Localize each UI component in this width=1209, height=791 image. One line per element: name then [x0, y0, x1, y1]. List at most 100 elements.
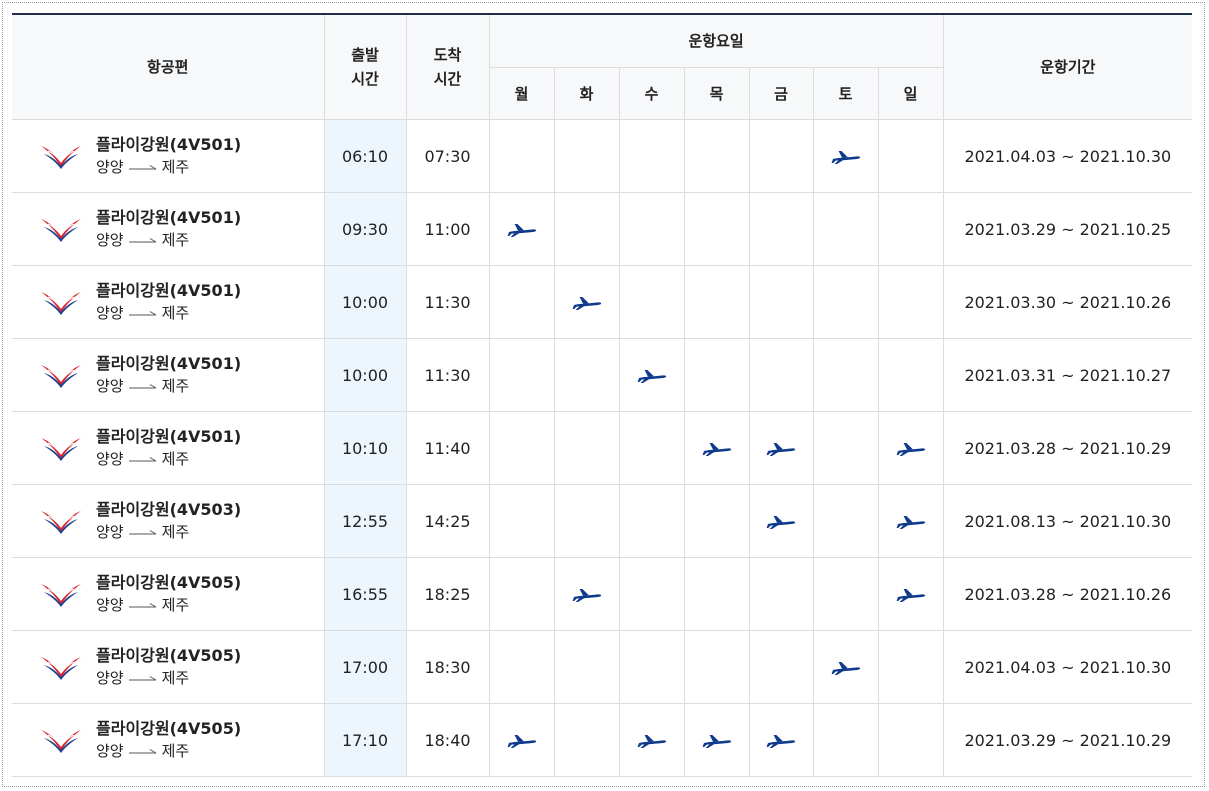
day-cell-3: [683, 630, 750, 704]
operating-period: 2021.03.29 ~ 2021.10.29: [942, 703, 1193, 777]
route-to: 제주: [161, 158, 190, 176]
flight-route: 양양 제주: [96, 740, 241, 762]
flight-text: 플라이강원(4V501) 양양 제주: [96, 207, 241, 251]
route-arrow-icon: [128, 676, 156, 681]
airplane-icon: [572, 589, 601, 602]
route-arrow-icon: [128, 238, 156, 243]
table-row: 플라이강원(4V501) 양양 제주 09:30 11:00 2021.03.2…: [12, 192, 1193, 266]
day-cell-1: [553, 557, 620, 631]
day-cell-6: [877, 192, 944, 266]
airplane-icon: [896, 516, 925, 529]
flight-route: 양양 제주: [96, 594, 241, 616]
day-cell-1: [553, 338, 620, 412]
table-row: 플라이강원(4V505) 양양 제주 17:00 18:30 2021.04.0…: [12, 630, 1193, 704]
day-cell-1: [553, 484, 620, 558]
day-cell-5: [812, 630, 879, 704]
operating-period: 2021.04.03 ~ 2021.10.30: [942, 630, 1193, 704]
route-to: 제주: [161, 596, 190, 614]
day-cell-3: [683, 557, 750, 631]
flight-name: 플라이강원(4V501): [96, 281, 242, 300]
route-to: 제주: [161, 669, 190, 687]
day-cell-0: [488, 557, 555, 631]
day-cell-4: [748, 265, 814, 339]
flight-route: 양양 제주: [96, 229, 241, 251]
route-to: 제주: [161, 742, 190, 760]
flight-text: 플라이강원(4V501) 양양 제주: [96, 134, 241, 178]
day-cell-3: [683, 338, 750, 412]
fly-gangwon-logo-icon: [41, 730, 81, 753]
header-departure-line2: 시간: [351, 70, 379, 88]
operating-period: 2021.04.03 ~ 2021.10.30: [942, 119, 1193, 193]
operating-period: 2021.03.28 ~ 2021.10.26: [942, 557, 1193, 631]
flight-cell: 플라이강원(4V503) 양양 제주: [12, 484, 325, 558]
flight-name: 플라이강원(4V505): [96, 646, 242, 665]
departure-time: 10:00: [323, 338, 407, 412]
day-cell-2: [618, 411, 685, 485]
day-cell-6: [877, 630, 944, 704]
day-cell-3: [683, 119, 750, 193]
day-cell-2: [618, 265, 685, 339]
day-cell-2: [618, 703, 685, 777]
day-cell-0: [488, 119, 555, 193]
route-from: 양양: [96, 158, 124, 176]
day-cell-4: [748, 338, 814, 412]
day-cell-6: [877, 411, 944, 485]
flight-route: 양양 제주: [96, 448, 241, 470]
flight-text: 플라이강원(4V505) 양양 제주: [96, 718, 241, 762]
flight-cell: 플라이강원(4V505) 양양 제주: [12, 557, 325, 631]
fly-gangwon-logo-icon: [41, 219, 81, 242]
arrival-time: 11:30: [405, 338, 490, 412]
day-cell-6: [877, 484, 944, 558]
flight-info: 플라이강원(4V501) 양양 제주: [12, 134, 324, 178]
day-cell-5: [812, 703, 879, 777]
departure-time: 10:10: [323, 411, 407, 485]
header-day-4: 금: [748, 67, 814, 120]
flight-route: 양양 제주: [96, 521, 241, 543]
day-cell-2: [618, 119, 685, 193]
header-day-1: 화: [553, 67, 620, 120]
airplane-icon: [637, 735, 666, 748]
day-cell-3: [683, 265, 750, 339]
flight-route: 양양 제주: [96, 156, 241, 178]
flight-route: 양양 제주: [96, 302, 241, 324]
day-cell-5: [812, 484, 879, 558]
day-cell-2: [618, 630, 685, 704]
airplane-icon: [766, 516, 796, 529]
operating-period: 2021.03.31 ~ 2021.10.27: [942, 338, 1193, 412]
arrival-time: 18:40: [405, 703, 490, 777]
flight-name: 플라이강원(4V505): [96, 719, 242, 738]
route-arrow-icon: [128, 749, 156, 754]
day-cell-1: [553, 703, 620, 777]
flight-text: 플라이강원(4V501) 양양 제주: [96, 280, 241, 324]
flight-cell: 플라이강원(4V501) 양양 제주: [12, 338, 325, 412]
flight-route: 양양 제주: [96, 375, 241, 397]
table-row: 플라이강원(4V505) 양양 제주 17:10 18:40 2021.03.2…: [12, 703, 1193, 777]
flight-name: 플라이강원(4V505): [96, 573, 242, 592]
day-cell-6: [877, 265, 944, 339]
route-from: 양양: [96, 231, 124, 249]
flight-text: 플라이강원(4V501) 양양 제주: [96, 353, 241, 397]
route-from: 양양: [96, 669, 124, 687]
departure-time: 09:30: [323, 192, 407, 266]
day-cell-0: [488, 192, 555, 266]
flight-cell: 플라이강원(4V501) 양양 제주: [12, 192, 325, 266]
day-cell-0: [488, 703, 555, 777]
table-row: 플라이강원(4V501) 양양 제주 10:00 11:30 2021.03.3…: [12, 338, 1193, 412]
flight-cell: 플라이강원(4V501) 양양 제주: [12, 119, 325, 193]
route-arrow-icon: [128, 457, 156, 462]
departure-time: 12:55: [323, 484, 407, 558]
header-period: 운항기간: [942, 13, 1193, 120]
arrival-time: 11:00: [405, 192, 490, 266]
arrival-time: 18:25: [405, 557, 490, 631]
route-from: 양양: [96, 304, 124, 322]
day-cell-1: [553, 192, 620, 266]
flight-info: 플라이강원(4V501) 양양 제주: [12, 207, 324, 251]
route-from: 양양: [96, 596, 124, 614]
flight-info: 플라이강원(4V501) 양양 제주: [12, 353, 324, 397]
flight-info: 플라이강원(4V505) 양양 제주: [12, 572, 324, 616]
arrival-time: 14:25: [405, 484, 490, 558]
departure-time: 17:10: [323, 703, 407, 777]
day-cell-4: [748, 703, 814, 777]
airplane-icon: [831, 662, 860, 675]
route-to: 제주: [161, 231, 190, 249]
